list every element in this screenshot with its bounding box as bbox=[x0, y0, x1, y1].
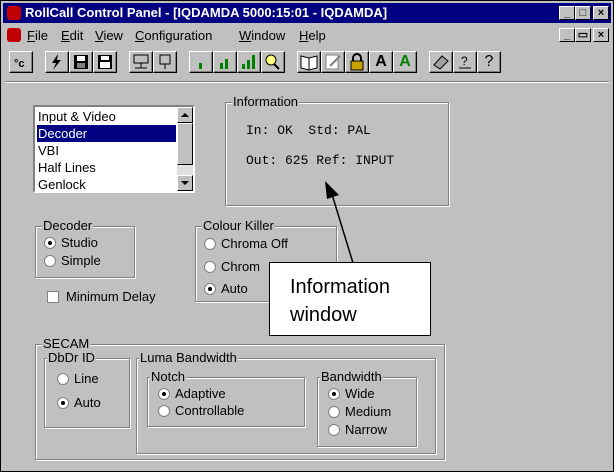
callout-line-2: window bbox=[290, 304, 357, 326]
information-window-callout: Information window bbox=[269, 262, 431, 336]
rollcall-window: RollCall Control Panel - [IQDAMDA 5000:1… bbox=[0, 0, 614, 472]
callout-arrow bbox=[325, 181, 354, 264]
callout-line-1: Information bbox=[290, 276, 391, 298]
